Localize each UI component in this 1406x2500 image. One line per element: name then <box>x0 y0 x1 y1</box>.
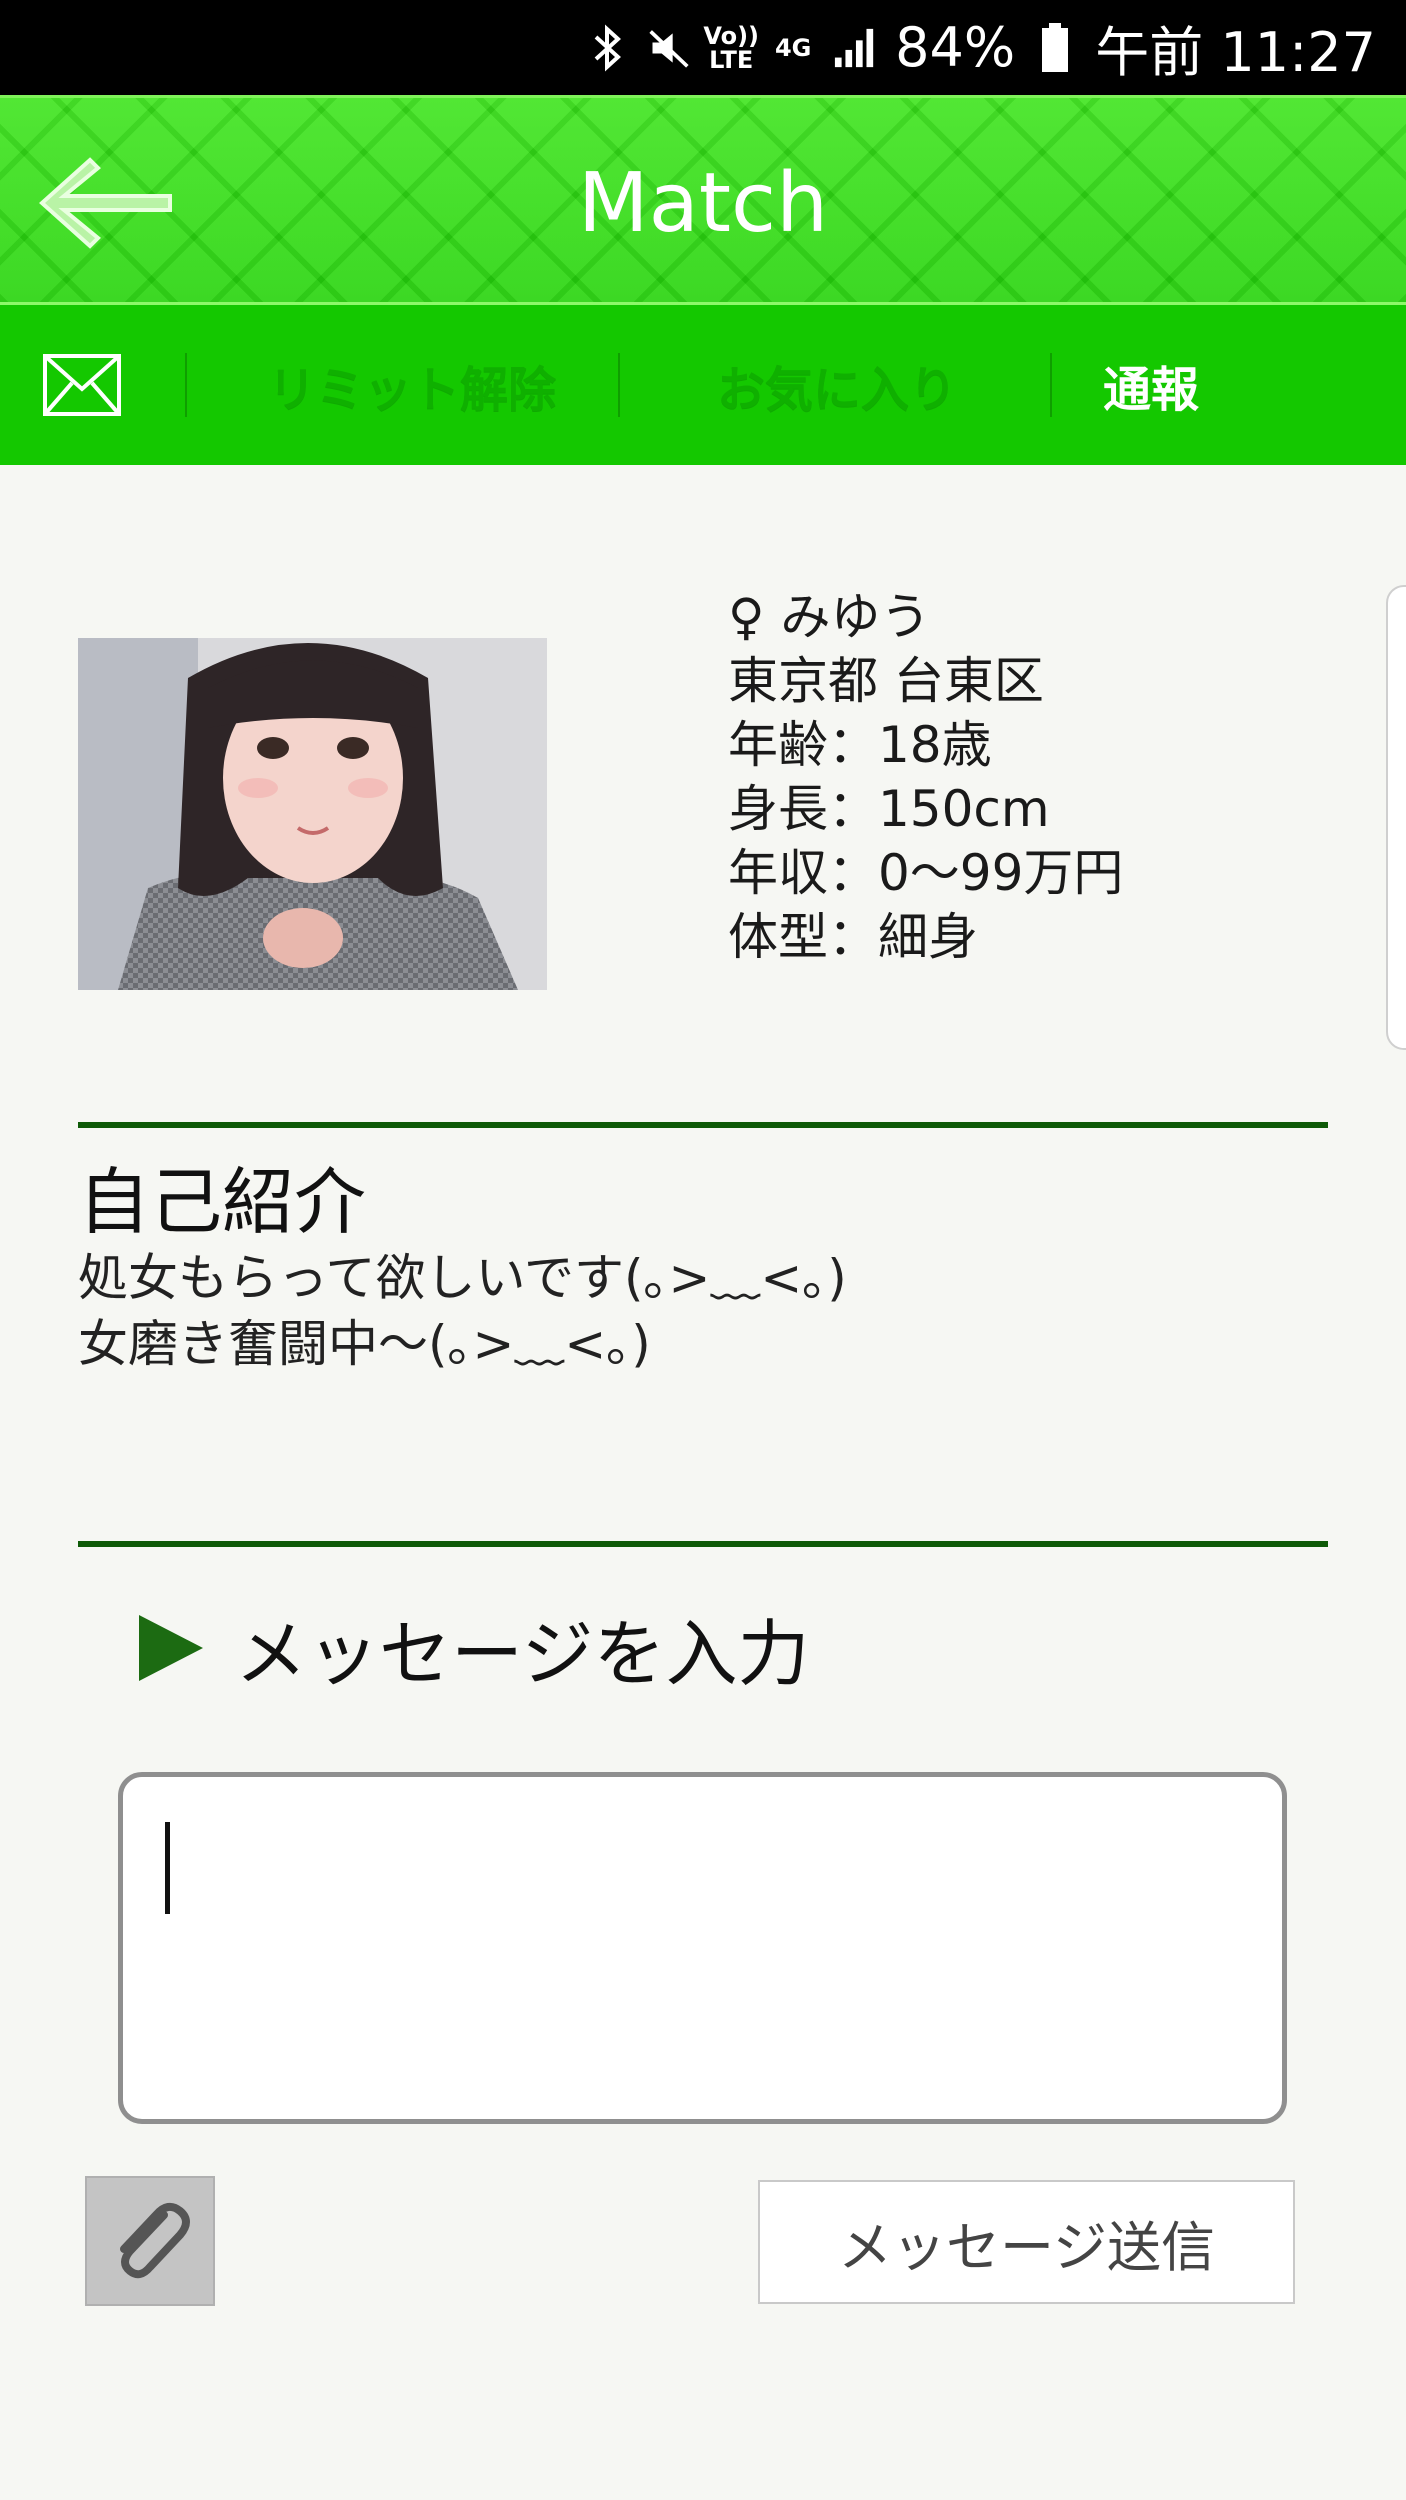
profile-photo <box>78 638 547 990</box>
battery-icon <box>1033 21 1077 75</box>
intro-text: 処女もらって欲しいです(｡>﹏<｡) 女磨き奮闘中〜(｡>﹏<｡) <box>78 1245 847 1377</box>
profile-location: 東京都 台東区 <box>728 652 1044 710</box>
message-heading-text: メッセージを入力 <box>235 1612 810 1696</box>
battery-percent: 84% <box>895 16 1016 79</box>
status-bar: Vo)) LTE 4G 84% 午前 11:27 <box>0 0 1406 95</box>
tab-favorite[interactable]: お気に入り <box>717 305 957 465</box>
action-bar: リミット解除 お気に入り 通報 <box>0 305 1406 465</box>
intro-line: 処女もらって欲しいです(｡>﹏<｡) <box>78 1249 847 1307</box>
divider <box>185 353 187 417</box>
intro-heading: 自己紹介 <box>78 1160 367 1244</box>
tab-limit-release[interactable]: リミット解除 <box>268 305 556 465</box>
section-divider <box>78 1122 1328 1128</box>
profile-age: 年齢：18歳 <box>728 716 992 774</box>
page-title: Match <box>577 155 829 251</box>
profile-body-type: 体型：細身 <box>728 908 978 966</box>
paperclip-icon <box>120 2202 190 2279</box>
profile-income: 年収：0〜99万円 <box>728 844 1124 902</box>
bluetooth-icon <box>585 21 629 75</box>
profile-info: ♀ みゆう 東京都 台東区 年齢：18歳 身長：150cm 年収：0〜99万円 … <box>728 585 1123 969</box>
divider <box>1050 353 1052 417</box>
4g-icon: 4G <box>774 33 812 62</box>
text-cursor <box>165 1822 170 1914</box>
mute-icon <box>647 21 691 75</box>
app-header: Match <box>0 95 1406 305</box>
play-triangle-icon <box>139 1614 203 1681</box>
attach-button[interactable] <box>85 2176 215 2306</box>
send-message-button[interactable]: メッセージ送信 <box>758 2180 1295 2304</box>
mail-icon[interactable] <box>42 353 122 417</box>
section-divider <box>78 1541 1328 1547</box>
clock: 午前 11:27 <box>1095 21 1376 84</box>
profile-height: 身長：150cm <box>728 780 1050 838</box>
signal-icon <box>833 21 877 75</box>
intro-line: 女磨き奮闘中〜(｡>﹏<｡) <box>78 1315 651 1373</box>
divider <box>618 353 620 417</box>
volte-icon: Vo)) LTE <box>703 21 760 74</box>
profile-name: ♀ みゆう <box>728 588 931 646</box>
message-heading: メッセージを入力 <box>135 1595 810 1700</box>
scroll-handle[interactable] <box>1386 585 1406 1050</box>
tab-report[interactable]: 通報 <box>1103 305 1199 465</box>
message-input[interactable] <box>118 1772 1287 2124</box>
